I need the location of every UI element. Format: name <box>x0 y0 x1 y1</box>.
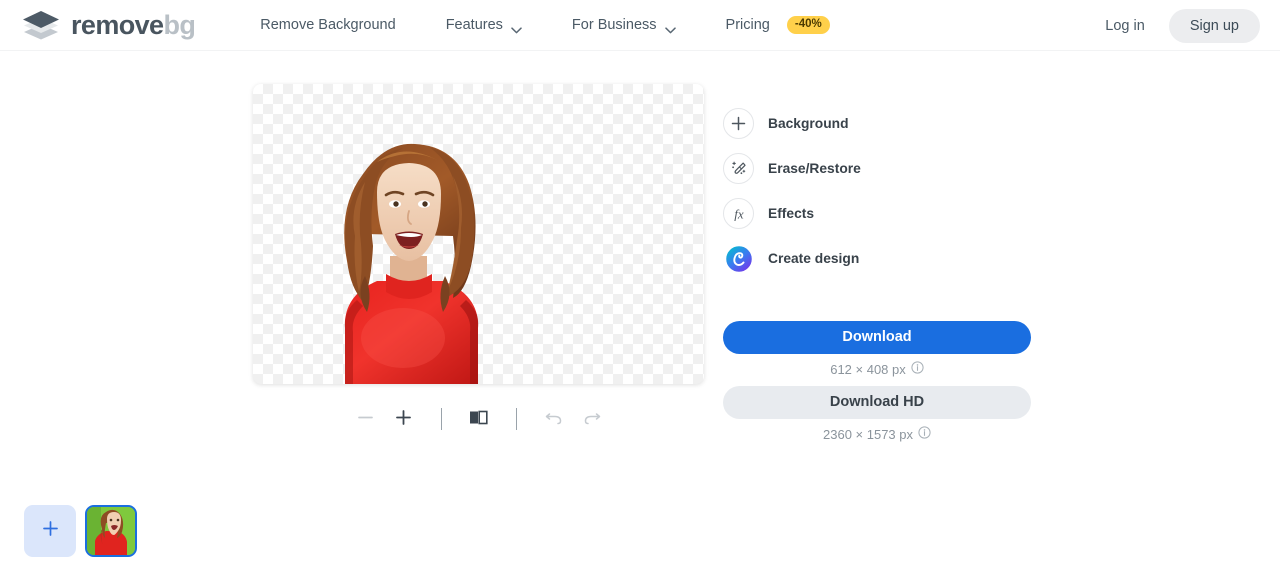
tool-label: Effects <box>768 206 815 221</box>
main-area: Background Erase/Restore fx Effects Crea… <box>0 51 1280 575</box>
nav-item-pricing[interactable]: Pricing -40% <box>701 15 855 35</box>
tool-erase-restore[interactable]: Erase/Restore <box>723 146 1031 191</box>
nav-label: For Business <box>571 17 657 33</box>
compare-split-icon <box>469 410 488 428</box>
chevron-down-icon <box>511 22 522 33</box>
download-size-row: 612 × 408 px <box>723 354 1031 386</box>
logo[interactable]: removebg <box>20 9 196 40</box>
info-circle-icon[interactable] <box>918 426 931 442</box>
site-header: removebg Remove Background Features For … <box>0 0 1280 51</box>
main-nav: Remove Background Features For Business … <box>235 15 855 35</box>
editor-panel: Background Erase/Restore fx Effects Crea… <box>723 101 1031 451</box>
plus-icon <box>723 108 754 139</box>
zoom-out-button[interactable] <box>347 402 385 436</box>
signup-button[interactable]: Sign up <box>1168 8 1260 43</box>
tool-create-design[interactable]: Create design <box>723 236 1031 281</box>
logo-text: removebg <box>71 9 196 40</box>
logo-word-remove: remove <box>71 9 164 40</box>
magic-brush-icon <box>723 153 754 184</box>
compare-toggle-button[interactable] <box>460 402 498 436</box>
header-actions: Log in Sign up <box>1105 0 1260 51</box>
undo-arrow-icon <box>545 410 563 428</box>
nav-item-remove-background[interactable]: Remove Background <box>235 17 420 33</box>
transparent-result-canvas[interactable] <box>253 84 704 384</box>
zoom-in-button[interactable] <box>385 402 423 436</box>
thumbnail-selected[interactable] <box>85 505 137 557</box>
thumbnail-strip <box>24 505 137 557</box>
toolbar-divider <box>515 408 517 430</box>
logo-word-bg: bg <box>163 9 196 40</box>
svg-text:fx: fx <box>734 206 744 221</box>
tool-background[interactable]: Background <box>723 101 1031 146</box>
canvas-column <box>253 84 704 384</box>
tool-label: Erase/Restore <box>768 161 861 176</box>
login-link[interactable]: Log in <box>1105 18 1145 34</box>
nav-label: Features <box>445 17 503 33</box>
canva-icon <box>723 243 754 274</box>
download-hd-size-label: 2360 × 1573 px <box>823 426 913 442</box>
download-size-label: 612 × 408 px <box>830 361 906 377</box>
add-image-button[interactable] <box>24 505 76 557</box>
nav-item-for-business[interactable]: For Business <box>547 17 701 33</box>
download-hd-size-row: 2360 × 1573 px <box>723 419 1031 451</box>
plus-icon <box>395 409 412 429</box>
minus-icon <box>357 409 374 429</box>
tool-label: Background <box>768 116 849 131</box>
chevron-down-icon <box>664 22 676 33</box>
tool-label: Create design <box>768 251 860 266</box>
download-hd-button[interactable]: Download HD <box>723 386 1031 419</box>
discount-badge: -40% <box>786 15 830 35</box>
undo-button[interactable] <box>535 402 573 436</box>
nav-label: Remove Background <box>260 17 396 33</box>
layers-logo-icon <box>20 10 62 40</box>
plus-icon <box>42 520 59 542</box>
download-button[interactable]: Download <box>723 321 1031 354</box>
nav-label: Pricing <box>725 17 770 33</box>
tool-effects[interactable]: fx Effects <box>723 191 1031 236</box>
redo-arrow-icon <box>583 410 601 428</box>
cutout-portrait-image <box>344 143 479 384</box>
canvas-toolbar <box>253 399 704 439</box>
fx-icon: fx <box>723 198 754 229</box>
toolbar-divider <box>440 408 442 430</box>
redo-button[interactable] <box>573 402 611 436</box>
info-circle-icon[interactable] <box>911 361 924 377</box>
download-section: Download 612 × 408 px Download HD 2360 ×… <box>723 321 1031 451</box>
nav-item-features[interactable]: Features <box>421 17 547 33</box>
